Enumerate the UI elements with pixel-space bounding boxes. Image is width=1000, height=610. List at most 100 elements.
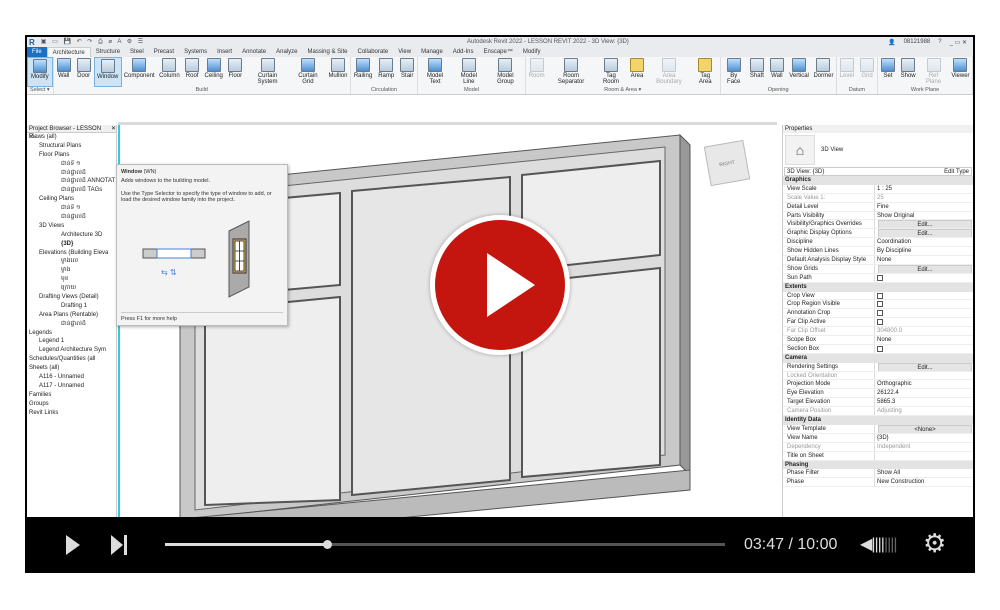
- tool-ref-plane[interactable]: Ref Plane: [918, 57, 949, 87]
- tab-collaborate[interactable]: Collaborate: [353, 47, 394, 57]
- edit-type-button[interactable]: Edit Type: [944, 169, 969, 175]
- property-value[interactable]: [875, 318, 973, 326]
- browser-item[interactable]: ជាន់ទី ១: [27, 204, 116, 213]
- tool-level[interactable]: Level: [837, 57, 857, 87]
- checkbox[interactable]: [877, 310, 883, 317]
- edit-button[interactable]: Edit...: [878, 264, 972, 273]
- browser-item[interactable]: 3D Views: [27, 222, 116, 231]
- browser-item[interactable]: ជាន់ផ្ទាល់ដី: [27, 169, 116, 178]
- browser-item[interactable]: ជាន់ផ្ទាល់ដី TAGs: [27, 186, 116, 195]
- tab-analyze[interactable]: Analyze: [271, 47, 302, 57]
- tool-model-line[interactable]: Model Line: [452, 57, 486, 87]
- tool-room[interactable]: Room: [526, 57, 547, 87]
- tool-show[interactable]: Show: [898, 57, 918, 87]
- browser-item[interactable]: Legend Architecture Sym: [27, 346, 116, 355]
- tab-architecture[interactable]: Architecture: [46, 47, 91, 57]
- tab-add-ins[interactable]: Add-Ins: [448, 47, 479, 57]
- play-button[interactable]: [66, 535, 80, 555]
- checkbox[interactable]: [877, 274, 883, 281]
- browser-item[interactable]: ម្ខាងលេ: [27, 257, 116, 266]
- tool-ceiling[interactable]: Ceiling: [202, 57, 225, 87]
- edit-button[interactable]: Edit...: [878, 362, 972, 371]
- tool-shaft[interactable]: Shaft: [747, 57, 767, 87]
- tool-by-face[interactable]: By Face: [721, 57, 747, 87]
- browser-item[interactable]: A116 - Unnamed: [27, 373, 116, 382]
- property-value[interactable]: [875, 345, 973, 353]
- seek-handle[interactable]: [323, 540, 333, 549]
- close-icon[interactable]: ✕: [111, 125, 116, 132]
- property-section[interactable]: Identity Data: [783, 416, 973, 425]
- property-value[interactable]: [875, 309, 973, 317]
- property-value[interactable]: New Construction: [875, 478, 973, 486]
- tool-dormer[interactable]: Dormer: [811, 57, 836, 87]
- property-value[interactable]: 1 : 25: [875, 185, 973, 193]
- volume-icon[interactable]: ◀||||||||: [860, 534, 898, 554]
- browser-item[interactable]: Schedules/Quantities (all: [27, 355, 116, 364]
- browser-item[interactable]: Ceiling Plans: [27, 195, 116, 204]
- property-value[interactable]: Edit...: [875, 264, 973, 273]
- browser-item[interactable]: ក្រោយ: [27, 284, 116, 293]
- tab-structure[interactable]: Structure: [91, 47, 125, 57]
- property-value[interactable]: By Discipline: [875, 247, 973, 255]
- tool-roof[interactable]: Roof: [182, 57, 202, 87]
- property-value[interactable]: Coordination: [875, 238, 973, 246]
- browser-item[interactable]: Families: [27, 391, 116, 400]
- next-button[interactable]: [111, 535, 129, 555]
- browser-item[interactable]: Revit Links: [27, 409, 116, 418]
- property-value[interactable]: Edit...: [875, 220, 973, 229]
- tool-area[interactable]: Area: [627, 57, 647, 87]
- property-value[interactable]: Edit...: [875, 362, 973, 371]
- browser-item[interactable]: Legend 1: [27, 337, 116, 346]
- property-value[interactable]: [875, 300, 973, 308]
- browser-item[interactable]: A117 - Unnamed: [27, 382, 116, 391]
- tab-precast[interactable]: Precast: [149, 47, 179, 57]
- tab-insert[interactable]: Insert: [212, 47, 237, 57]
- property-value[interactable]: {3D}: [875, 434, 973, 442]
- seek-bar[interactable]: [165, 540, 725, 549]
- property-value[interactable]: 26122.4: [875, 389, 973, 397]
- tab-enscape-[interactable]: Enscape™: [478, 47, 517, 57]
- browser-item[interactable]: Drafting Views (Detail): [27, 293, 116, 302]
- browser-item[interactable]: Architecture 3D: [27, 231, 116, 240]
- tool-column[interactable]: Column: [157, 57, 182, 87]
- tool-floor[interactable]: Floor: [225, 57, 245, 87]
- browser-item[interactable]: Groups: [27, 400, 116, 409]
- checkbox[interactable]: [877, 319, 883, 326]
- edit-button[interactable]: <None>: [878, 424, 972, 433]
- edit-button[interactable]: Edit...: [878, 229, 972, 238]
- tab-annotate[interactable]: Annotate: [237, 47, 271, 57]
- tool-curtain-system[interactable]: Curtain System: [245, 57, 289, 87]
- property-value[interactable]: [875, 292, 973, 300]
- browser-item[interactable]: Structural Plans: [27, 142, 116, 151]
- property-value[interactable]: <None>: [875, 424, 973, 433]
- property-section[interactable]: Graphics: [783, 176, 973, 185]
- tool-room-separator[interactable]: Room Separator: [547, 57, 595, 87]
- property-section[interactable]: Phasing: [783, 460, 973, 470]
- tab-view[interactable]: View: [393, 47, 416, 57]
- property-value[interactable]: Orthographic: [875, 380, 973, 388]
- checkbox[interactable]: [877, 292, 883, 299]
- tool-model-group[interactable]: Model Group: [486, 57, 525, 87]
- tool-tag-room[interactable]: Tag Room: [595, 57, 627, 87]
- property-value[interactable]: [875, 274, 973, 282]
- property-section[interactable]: Camera: [783, 353, 973, 363]
- tool-model-text[interactable]: Model Text: [418, 57, 452, 87]
- tool-window[interactable]: Window: [93, 57, 122, 87]
- property-value[interactable]: [875, 452, 973, 460]
- user-name[interactable]: 08121988: [904, 39, 931, 46]
- user-icon[interactable]: 👤: [888, 39, 895, 46]
- browser-item[interactable]: Views (all): [27, 133, 116, 142]
- browser-item[interactable]: មុខ: [27, 275, 116, 284]
- tool-door[interactable]: Door: [74, 57, 94, 87]
- property-value[interactable]: 5865.3: [875, 398, 973, 406]
- tool-mullion[interactable]: Mullion: [326, 57, 350, 87]
- property-value[interactable]: Show Original: [875, 212, 973, 220]
- tool-curtain-grid[interactable]: Curtain Grid: [290, 57, 326, 87]
- browser-item[interactable]: Floor Plans: [27, 151, 116, 160]
- tool-modify[interactable]: Modify: [27, 57, 53, 87]
- tool-vertical[interactable]: Vertical: [787, 57, 811, 87]
- browser-item[interactable]: Sheets (all): [27, 364, 116, 373]
- checkbox[interactable]: [877, 301, 883, 308]
- browser-item[interactable]: ជាន់ផ្ទាល់ដី: [27, 213, 116, 222]
- quick-access-toolbar[interactable]: ▣ ▭ 💾 ↶ ↷ ⎙ ⌀ A ⚙ ☰: [41, 38, 145, 46]
